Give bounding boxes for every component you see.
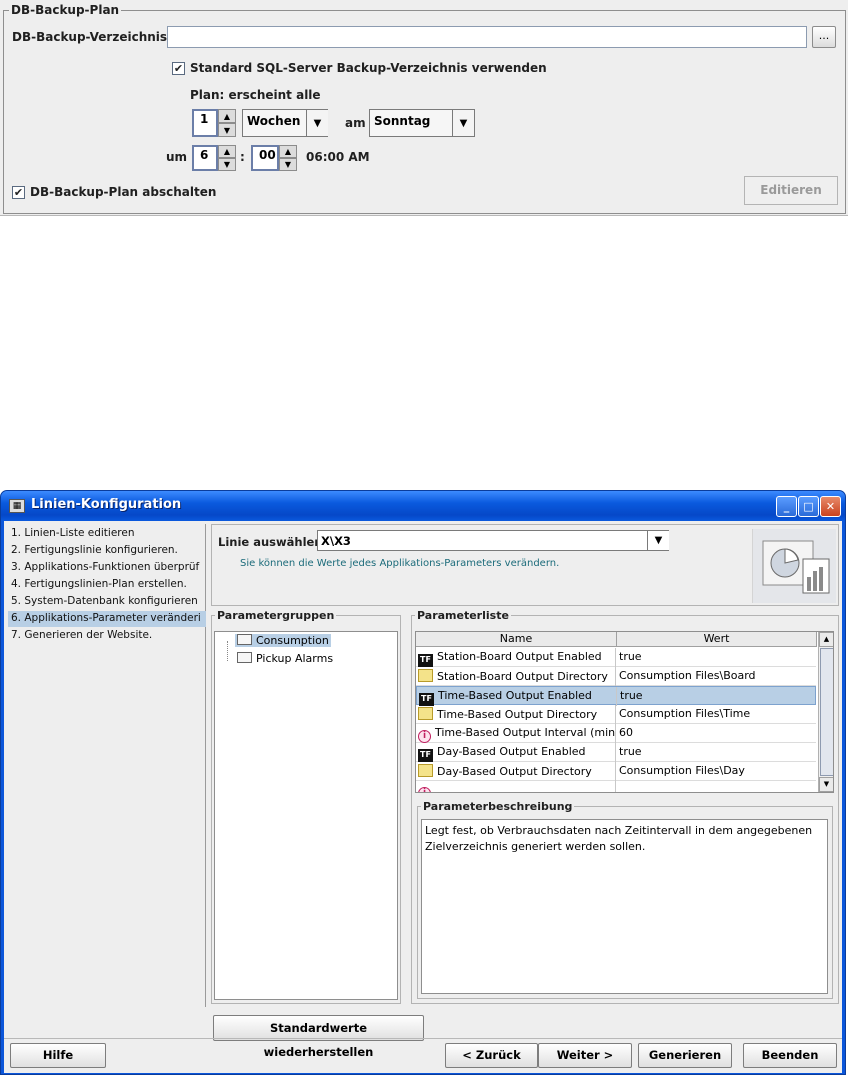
browse-button[interactable]: ... bbox=[812, 26, 836, 48]
table-row[interactable]: Station-Board Output Directory Consumpti… bbox=[416, 667, 816, 686]
edit-button[interactable]: Editieren bbox=[744, 176, 838, 205]
spin-up-icon[interactable]: ▲ bbox=[218, 109, 236, 123]
table-row[interactable]: Time-Based Output Directory Consumption … bbox=[416, 705, 816, 724]
col-header-name[interactable]: Name bbox=[416, 632, 617, 647]
chart-decoration-icon bbox=[762, 540, 830, 594]
decorative-chart-image bbox=[752, 529, 836, 603]
chevron-down-icon[interactable]: ▼ bbox=[647, 531, 669, 550]
back-button[interactable]: < Zurück bbox=[445, 1043, 538, 1068]
line-select-panel: Linie auswählen: X\X3 ▼ Sie können die W… bbox=[211, 524, 839, 606]
interval-spinner-buttons[interactable]: ▲ ▼ bbox=[218, 109, 236, 137]
day-combobox-value: Sonntag bbox=[374, 114, 431, 128]
plan-label: Plan: erscheint alle bbox=[190, 88, 321, 102]
use-standard-dir-checkbox[interactable]: ✔ bbox=[172, 62, 185, 75]
param-groups-title: Parametergruppen bbox=[215, 609, 337, 622]
spin-up-icon[interactable]: ▲ bbox=[279, 145, 297, 158]
spin-down-icon[interactable]: ▼ bbox=[218, 158, 236, 171]
param-desc-text[interactable]: Legt fest, ob Verbrauchsdaten nach Zeiti… bbox=[421, 819, 828, 994]
minimize-icon[interactable]: _ bbox=[776, 496, 797, 517]
db-backup-plan-panel: DB-Backup-Plan DB-Backup-Verzeichnis ...… bbox=[0, 0, 848, 216]
info-text: Sie können die Werte jedes Applikations-… bbox=[240, 558, 560, 569]
tf-icon: TF bbox=[418, 654, 433, 667]
backup-dir-label: DB-Backup-Verzeichnis bbox=[12, 30, 168, 44]
time-display: 06:00 AM bbox=[306, 150, 370, 164]
am-label: am bbox=[345, 116, 366, 130]
scroll-down-icon[interactable]: ▼ bbox=[819, 777, 833, 792]
maximize-icon[interactable]: □ bbox=[798, 496, 819, 517]
window-client-area: 1. Linien-Liste editieren 2. Fertigungsl… bbox=[4, 521, 842, 1073]
window-title: Linien-Konfiguration bbox=[31, 497, 182, 512]
line-select-label: Linie auswählen: bbox=[218, 535, 328, 549]
table-row[interactable]: TF Station-Board Output Enabled true bbox=[416, 648, 816, 667]
minute-spinner-buttons[interactable]: ▲ ▼ bbox=[279, 145, 297, 171]
step-item-4[interactable]: 4. Fertigungslinien-Plan erstellen. bbox=[8, 577, 206, 593]
info-icon: i bbox=[418, 730, 431, 743]
db-backup-plan-title: DB-Backup-Plan bbox=[9, 3, 122, 17]
table-row[interactable]: TF Time-Based Output Enabled true bbox=[416, 686, 816, 706]
tree-line bbox=[227, 641, 228, 661]
generate-button[interactable]: Generieren bbox=[638, 1043, 732, 1068]
col-header-value[interactable]: Wert bbox=[617, 632, 817, 647]
title-bar[interactable]: ▦ Linien-Konfiguration _ □ ✕ bbox=[1, 491, 845, 521]
next-button[interactable]: Weiter > bbox=[538, 1043, 632, 1068]
linien-konfiguration-window: ▦ Linien-Konfiguration _ □ ✕ 1. Linien-L… bbox=[0, 490, 846, 1075]
param-groups-tree: Consumption Pickup Alarms bbox=[214, 631, 398, 1000]
chevron-down-icon[interactable]: ▼ bbox=[306, 110, 328, 136]
param-desc-title: Parameterbeschreibung bbox=[421, 800, 575, 813]
minute-spinner-field[interactable]: 00 bbox=[251, 145, 279, 171]
spin-down-icon[interactable]: ▼ bbox=[279, 158, 297, 171]
param-list-title: Parameterliste bbox=[415, 609, 511, 622]
spin-down-icon[interactable]: ▼ bbox=[218, 123, 236, 137]
line-select-combobox[interactable]: X\X3 bbox=[317, 530, 669, 551]
tree-item-consumption[interactable]: Consumption bbox=[235, 634, 331, 647]
time-colon: : bbox=[240, 150, 245, 164]
tree-item-pickup-alarms[interactable]: Pickup Alarms bbox=[235, 652, 335, 665]
table-row[interactable]: Day-Based Output Directory Consumption F… bbox=[416, 762, 816, 781]
param-table: Name Wert TF Station-Board Output Enabled… bbox=[415, 631, 834, 793]
wizard-steps-list: 1. Linien-Liste editieren 2. Fertigungsl… bbox=[8, 524, 206, 1007]
info-icon: i bbox=[418, 787, 431, 792]
scroll-up-icon[interactable]: ▲ bbox=[819, 632, 833, 647]
folder-icon bbox=[418, 764, 433, 777]
table-row-partial[interactable]: i bbox=[416, 781, 816, 792]
chevron-down-icon[interactable]: ▼ bbox=[452, 110, 474, 136]
um-label: um bbox=[166, 150, 188, 164]
help-button[interactable]: Hilfe bbox=[10, 1043, 106, 1068]
exit-button[interactable]: Beenden bbox=[743, 1043, 837, 1068]
param-table-scrollbar[interactable]: ▲ ▼ bbox=[818, 632, 833, 792]
disable-backup-checkbox[interactable]: ✔ bbox=[12, 186, 25, 199]
folder-icon bbox=[237, 652, 252, 663]
table-row[interactable]: i Time-Based Output Interval (min) 60 bbox=[416, 724, 816, 743]
spin-up-icon[interactable]: ▲ bbox=[218, 145, 236, 158]
table-row[interactable]: TF Day-Based Output Enabled true bbox=[416, 743, 816, 762]
unit-combobox-value: Wochen bbox=[247, 114, 301, 128]
tf-icon: TF bbox=[418, 749, 433, 762]
close-icon[interactable]: ✕ bbox=[820, 496, 841, 517]
step-item-2[interactable]: 2. Fertigungslinie konfigurieren. bbox=[8, 543, 206, 559]
folder-icon bbox=[418, 707, 433, 720]
step-item-5[interactable]: 5. System-Datenbank konfigurieren bbox=[8, 594, 206, 610]
scrollbar-thumb[interactable] bbox=[820, 648, 833, 776]
app-icon: ▦ bbox=[9, 499, 25, 513]
use-standard-dir-label: Standard SQL-Server Backup-Verzeichnis v… bbox=[190, 61, 547, 75]
folder-icon bbox=[237, 634, 252, 645]
hour-spinner-field[interactable]: 6 bbox=[192, 145, 218, 171]
step-item-6[interactable]: 6. Applikations-Parameter veränderi bbox=[8, 611, 206, 627]
divider bbox=[4, 1038, 842, 1039]
folder-icon bbox=[418, 669, 433, 682]
step-item-3[interactable]: 3. Applikations-Funktionen überprüf bbox=[8, 560, 206, 576]
disable-backup-label: DB-Backup-Plan abschalten bbox=[30, 185, 217, 199]
interval-spinner-field[interactable]: 1 bbox=[192, 109, 218, 137]
hour-spinner-buttons[interactable]: ▲ ▼ bbox=[218, 145, 236, 171]
backup-dir-input[interactable] bbox=[167, 26, 807, 48]
step-item-7[interactable]: 7. Generieren der Website. bbox=[8, 628, 206, 644]
step-item-1[interactable]: 1. Linien-Liste editieren bbox=[8, 526, 206, 542]
